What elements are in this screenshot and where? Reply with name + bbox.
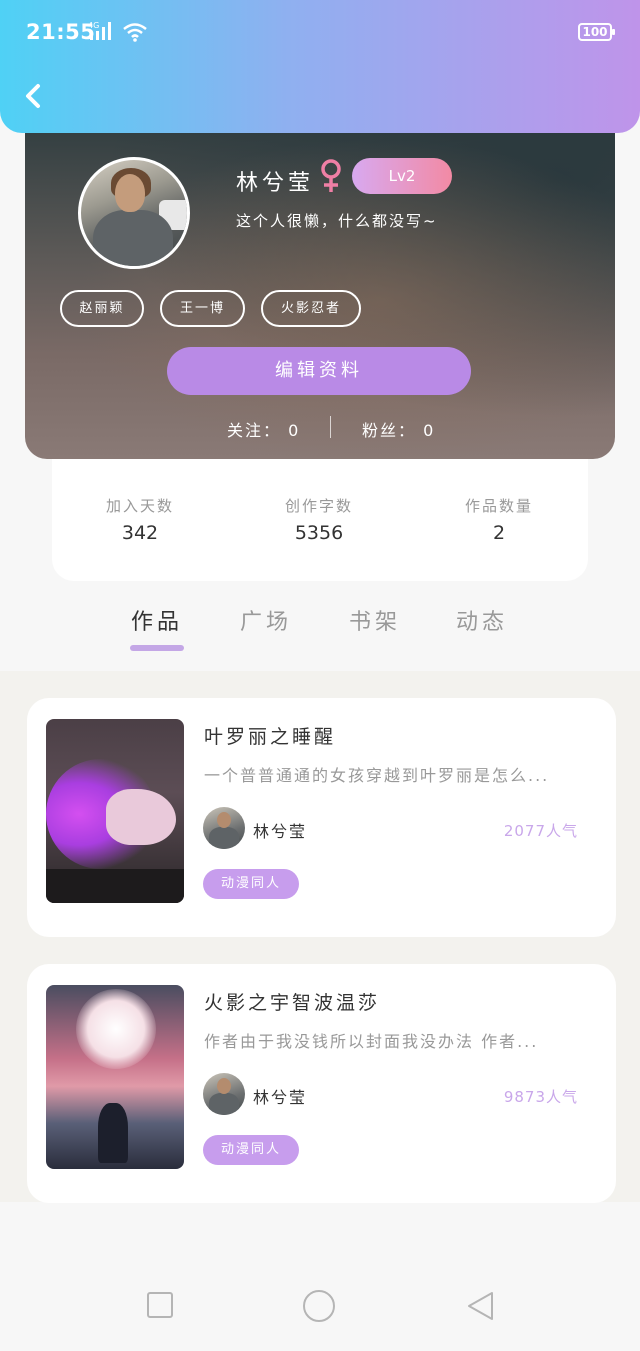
stats-card: 加入天数 342 创作字数 5356 作品数量 2 [52,440,588,581]
fans-stat[interactable]: 粉丝： 0 [362,417,435,441]
square-icon[interactable] [146,1291,174,1319]
stat-label: 加入天数 [105,497,174,515]
fans-count: 0 [423,421,436,440]
avatar[interactable] [78,157,190,269]
work-title: 叶罗丽之睡醒 [204,726,337,748]
work-cover [46,719,184,903]
battery-indicator: 100 [578,23,615,41]
tab-works[interactable]: 作品 [131,604,183,636]
interest-tag[interactable]: 王一博 [160,290,245,327]
work-title: 火影之宇智波温莎 [204,992,381,1014]
works-list: 叶罗丽之睡醒 一个普普通通的女孩穿越到叶罗丽是怎么... 林兮莹 2077人气 … [0,671,640,1203]
wifi-icon [123,23,147,42]
edit-profile-button[interactable]: 编辑资料 [167,347,471,395]
level-badge: Lv2 [352,158,452,194]
stat-value: 2 [492,522,506,544]
stat-join-days: 加入天数 342 [60,495,220,544]
tab-square[interactable]: 广场 [240,604,292,636]
top-header: 21:55 4G 100 [0,0,640,133]
fans-label: 粉丝： [362,421,417,440]
work-card[interactable]: 火影之宇智波温莎 作者由于我没钱所以封面我没办法 作者... 林兮莹 9873人… [27,964,616,1203]
stat-work-count: 作品数量 2 [419,495,579,544]
author-avatar [203,807,245,849]
stat-word-count: 创作字数 5356 [239,495,399,544]
stat-label: 作品数量 [464,497,533,515]
user-name: 林兮莹 [236,171,315,196]
popularity-count: 2077人气 [503,822,578,840]
category-tag: 动漫同人 [203,1135,299,1165]
stat-value: 342 [121,522,159,544]
work-description: 作者由于我没钱所以封面我没办法 作者... [204,1032,539,1051]
circle-icon[interactable] [302,1289,336,1323]
category-tag: 动漫同人 [203,869,299,899]
status-time: 21:55 [26,20,96,44]
popularity-count: 9873人气 [503,1088,578,1106]
work-card[interactable]: 叶罗丽之睡醒 一个普普通通的女孩穿越到叶罗丽是怎么... 林兮莹 2077人气 … [27,698,616,937]
interest-tag[interactable]: 火影忍者 [261,290,361,327]
author-avatar [203,1073,245,1115]
tab-moments[interactable]: 动态 [456,604,508,636]
signal-icon: 4G [88,21,111,40]
work-cover [46,985,184,1169]
stat-value: 5356 [294,522,344,544]
follow-label: 关注： [227,421,282,440]
user-bio: 这个人很懒，什么都没写~ [236,212,438,230]
chevron-left-icon[interactable] [24,83,42,109]
tab-bar: 作品 广场 书架 动态 [0,600,640,670]
stat-label: 创作字数 [284,497,353,515]
triangle-back-icon[interactable] [465,1290,495,1322]
author-name: 林兮莹 [253,822,308,841]
network-label: 4G [88,21,99,30]
interest-tag[interactable]: 赵丽颖 [60,290,144,327]
author-name: 林兮莹 [253,1088,308,1107]
work-description: 一个普普通通的女孩穿越到叶罗丽是怎么... [204,766,550,785]
female-icon [321,159,341,192]
status-bar: 21:55 4G 100 [0,0,640,64]
active-tab-indicator [130,645,184,651]
tab-bookshelf[interactable]: 书架 [349,604,401,636]
follow-stat[interactable]: 关注： 0 [227,417,300,441]
follow-count: 0 [288,421,301,440]
system-nav-bar [0,1203,640,1351]
divider [330,416,331,438]
profile-card: 林兮莹 Lv2 这个人很懒，什么都没写~ 赵丽颖 王一博 火影忍者 编辑资料 关… [25,110,615,459]
